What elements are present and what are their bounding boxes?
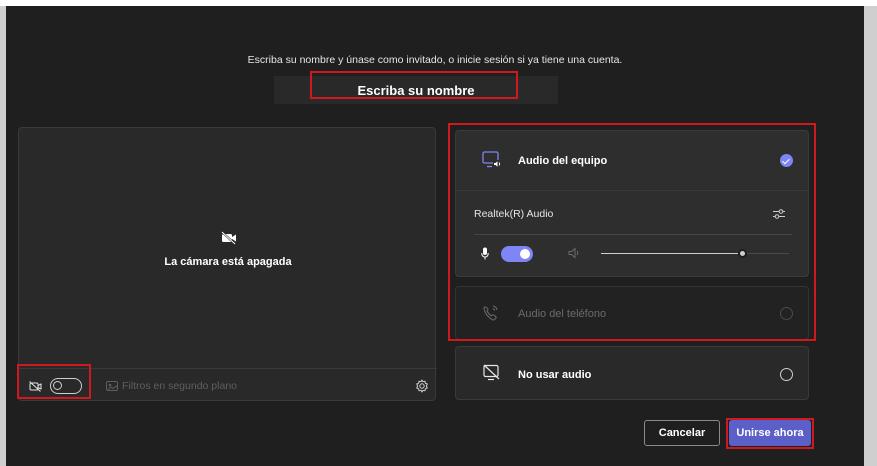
microphone-toggle-knob [520, 249, 530, 259]
video-preview: La cámara está apagada Filtros en segund… [18, 127, 437, 402]
no-audio-option[interactable]: No usar audio [455, 346, 809, 400]
camera-toggle-knob [53, 381, 62, 390]
computer-audio-radio[interactable] [780, 154, 793, 167]
camera-off-text: La cámara está apagada [164, 256, 292, 268]
camera-icon [29, 381, 42, 392]
speaker-icon [568, 247, 579, 259]
name-input[interactable] [274, 76, 558, 104]
computer-audio-option[interactable]: Audio del equipo Realtek(R) Audio [455, 130, 809, 277]
background-filters-icon [106, 381, 118, 391]
video-controls: Filtros en segundo plano [19, 368, 437, 402]
phone-audio-label: Audio del teléfono [518, 308, 607, 320]
speaker-volume-thumb[interactable] [737, 249, 747, 258]
phone-audio-radio[interactable] [780, 307, 793, 320]
speaker-volume-fill [601, 253, 742, 254]
background-filters-label[interactable]: Filtros en segundo plano [122, 380, 237, 392]
join-now-button[interactable]: Unirse ahora [729, 420, 811, 446]
computer-audio-icon [482, 151, 501, 168]
divider [474, 234, 792, 235]
join-prompt: Escriba su nombre y únase como invitado,… [247, 54, 623, 66]
speaker-volume-slider[interactable] [601, 249, 789, 258]
phone-audio-option[interactable]: Audio del teléfono [455, 286, 809, 340]
microphone-icon [481, 247, 489, 260]
microphone-toggle[interactable] [501, 246, 533, 262]
camera-off-icon [221, 231, 236, 245]
cancel-button[interactable]: Cancelar [644, 420, 720, 446]
phone-audio-icon [483, 305, 498, 321]
audio-device-name: Realtek(R) Audio [474, 208, 554, 220]
device-settings-icon[interactable] [772, 208, 786, 220]
no-audio-label: No usar audio [518, 369, 592, 381]
computer-audio-label: Audio del equipo [518, 155, 608, 167]
device-settings-gear-icon[interactable] [415, 379, 429, 393]
computer-audio-header[interactable]: Audio del equipo [456, 131, 808, 191]
no-audio-radio[interactable] [780, 368, 793, 381]
camera-toggle[interactable] [50, 378, 82, 394]
no-audio-icon [483, 364, 500, 381]
